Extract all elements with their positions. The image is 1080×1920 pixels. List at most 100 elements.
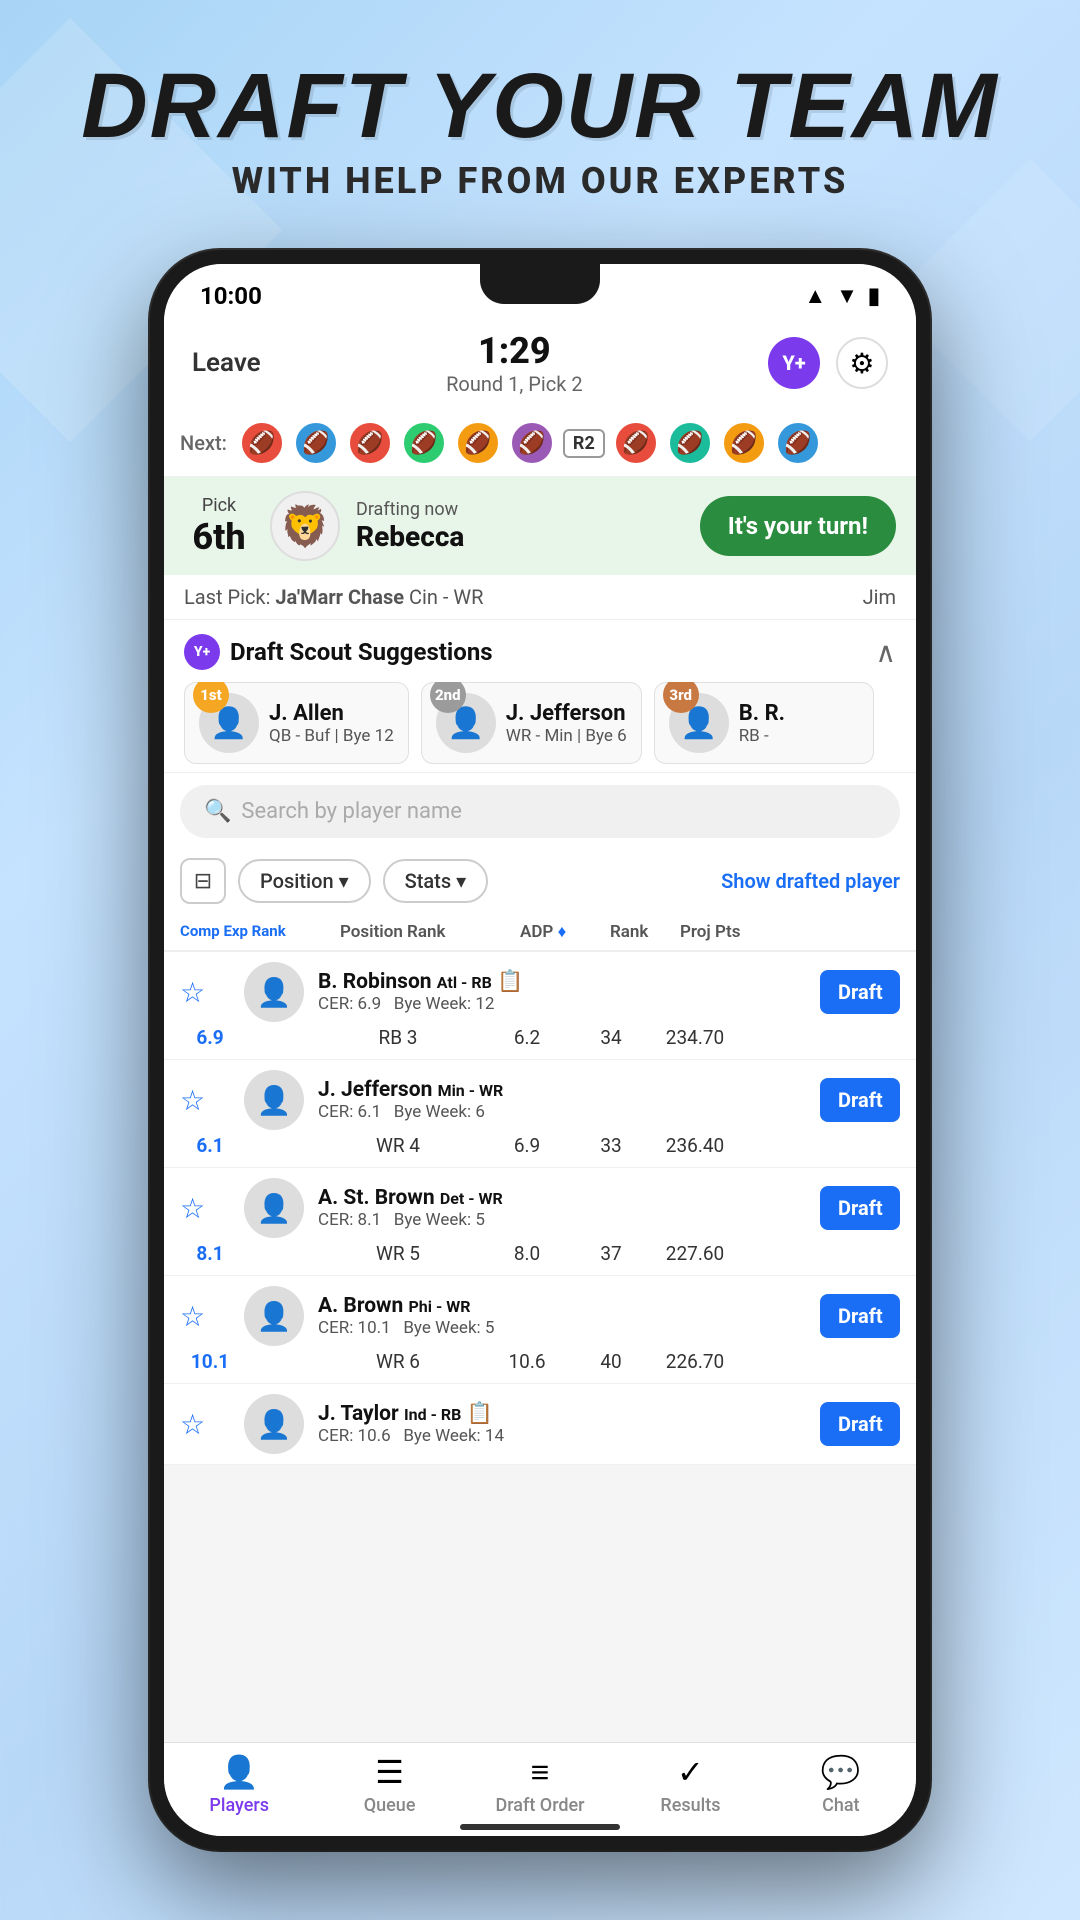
table-header: Comp Exp Rank Position Rank ADP ♦ Rank P… xyxy=(164,914,916,952)
phone-frame: 10:00 ▲ ▼ ▮ Leave 1:29 Round 1, Pick 2 Y… xyxy=(150,250,930,1850)
helmet-7: 🏈 xyxy=(613,420,659,466)
rank-2: 33 xyxy=(576,1134,646,1157)
col-proj-pts: Proj Pts xyxy=(680,922,770,942)
player-thumb-5: 👤 xyxy=(244,1394,304,1454)
pos-rank-2: WR 4 xyxy=(318,1134,478,1157)
stats-filter[interactable]: Stats ▾ xyxy=(383,859,489,903)
player-cer-3: CER: 8.1 Bye Week: 5 xyxy=(318,1210,554,1230)
draft-button-5[interactable]: Draft xyxy=(820,1402,900,1446)
scout-player-pos-2: WR - Min | Bye 6 xyxy=(506,726,627,746)
last-pick-label: Last Pick: Ja'Marr Chase Cin - WR xyxy=(184,585,483,609)
player-thumb-3: 👤 xyxy=(244,1178,304,1238)
nav-label-chat: Chat xyxy=(822,1795,859,1816)
search-input[interactable]: Search by player name xyxy=(241,799,462,824)
last-pick-team: Cin - WR xyxy=(409,585,483,609)
chat-icon: 💬 xyxy=(821,1753,861,1791)
scout-title: Draft Scout Suggestions xyxy=(230,638,493,666)
filter-icon-button[interactable]: ⊟ xyxy=(180,858,226,904)
player-thumb-4: 👤 xyxy=(244,1286,304,1346)
proj-pts-4: 226.70 xyxy=(650,1350,740,1373)
player-name-info-1: B. Robinson Atl - RB 📋 CER: 6.9 Bye Week… xyxy=(318,970,554,1014)
team-icon: 🦁 xyxy=(270,491,340,561)
player-name-2: J. Jefferson Min - WR xyxy=(318,1078,554,1102)
search-icon: 🔍 xyxy=(204,799,231,824)
nav-item-draft-order[interactable]: ≡ Draft Order xyxy=(465,1753,615,1816)
scout-card-1[interactable]: 1st 👤 J. Allen QB - Buf | Bye 12 xyxy=(184,682,409,764)
scout-player-pos-3: RB - xyxy=(739,726,785,746)
proj-pts-1: 234.70 xyxy=(650,1026,740,1049)
scout-player-info-3: B. R. RB - xyxy=(739,701,785,746)
your-turn-button[interactable]: It's your turn! xyxy=(700,496,896,556)
helmet-10: 🏈 xyxy=(775,420,821,466)
pick-label: Pick xyxy=(184,495,254,516)
player-thumb-2: 👤 xyxy=(244,1070,304,1130)
nav-item-results[interactable]: ✓ Results xyxy=(615,1753,765,1816)
col-adp: ADP ♦ xyxy=(520,922,610,942)
helmet-9: 🏈 xyxy=(721,420,767,466)
helmet-2: 🏈 xyxy=(293,420,339,466)
home-bar xyxy=(460,1824,620,1830)
draft-button-2[interactable]: Draft xyxy=(820,1078,900,1122)
scout-yplus-badge: Y+ xyxy=(184,634,220,670)
pick-num: 6th xyxy=(184,516,254,558)
yplus-button[interactable]: Y+ xyxy=(768,337,820,389)
player-name-4: A. Brown Phi - WR xyxy=(318,1294,554,1318)
cer-score-2: 6.1 xyxy=(180,1134,240,1157)
helmet-1: 🏈 xyxy=(239,420,285,466)
leave-button[interactable]: Leave xyxy=(192,348,261,378)
page-title: DRAFT YOUR TEAM xyxy=(0,60,1080,152)
player-name-info-5: J. Taylor Ind - RB 📋 CER: 10.6 Bye Week:… xyxy=(318,1402,554,1446)
pos-rank-1: RB 3 xyxy=(318,1026,478,1049)
adp-4: 10.6 xyxy=(482,1350,572,1373)
scout-player-name-2: J. Jefferson xyxy=(506,701,627,726)
draft-button-1[interactable]: Draft xyxy=(820,970,900,1014)
helmet-6: 🏈 xyxy=(509,420,555,466)
search-bar[interactable]: 🔍 Search by player name xyxy=(180,785,900,838)
player-cer-5: CER: 10.6 Bye Week: 14 xyxy=(318,1426,554,1446)
timer-section: 1:29 Round 1, Pick 2 xyxy=(446,330,582,396)
player-cer-4: CER: 10.1 Bye Week: 5 xyxy=(318,1318,554,1338)
scout-card-3[interactable]: 3rd 👤 B. R. RB - xyxy=(654,682,874,764)
search-section: 🔍 Search by player name xyxy=(164,772,916,848)
star-icon-1[interactable]: ☆ xyxy=(180,976,240,1009)
nav-label-players: Players xyxy=(209,1795,269,1816)
player-thumb-1: 👤 xyxy=(244,962,304,1022)
star-icon-4[interactable]: ☆ xyxy=(180,1300,240,1333)
settings-button[interactable]: ⚙ xyxy=(836,337,888,389)
nav-label-results: Results xyxy=(660,1795,720,1816)
player-name-info-2: J. Jefferson Min - WR CER: 6.1 Bye Week:… xyxy=(318,1078,554,1122)
nav-label-queue: Queue xyxy=(364,1795,416,1816)
pick-number: Pick 6th xyxy=(184,495,254,558)
proj-pts-2: 236.40 xyxy=(650,1134,740,1157)
nav-item-chat[interactable]: 💬 Chat xyxy=(766,1753,916,1816)
camera-notch xyxy=(480,264,600,304)
star-icon-2[interactable]: ☆ xyxy=(180,1084,240,1117)
player-name-info-4: A. Brown Phi - WR CER: 10.1 Bye Week: 5 xyxy=(318,1294,554,1338)
show-drafted-button[interactable]: Show drafted player xyxy=(721,869,900,893)
battery-icon: ▮ xyxy=(868,284,880,309)
star-icon-5[interactable]: ☆ xyxy=(180,1408,240,1441)
drafting-label: Drafting now xyxy=(356,499,684,520)
scout-card-2[interactable]: 2nd 👤 J. Jefferson WR - Min | Bye 6 xyxy=(421,682,642,764)
cer-score-1: 6.9 xyxy=(180,1026,240,1049)
rank-4: 40 xyxy=(576,1350,646,1373)
cer-score-3: 8.1 xyxy=(180,1242,240,1265)
phone-screen: 10:00 ▲ ▼ ▮ Leave 1:29 Round 1, Pick 2 Y… xyxy=(164,264,916,1836)
nav-item-queue[interactable]: ☰ Queue xyxy=(314,1753,464,1816)
draft-timer: 1:29 xyxy=(446,330,582,372)
col-rank: Rank xyxy=(610,922,680,942)
signal-icon: ▲ xyxy=(804,283,826,309)
star-icon-3[interactable]: ☆ xyxy=(180,1192,240,1225)
last-pick-player: Ja'Marr Chase xyxy=(275,585,404,609)
last-pick-bar: Last Pick: Ja'Marr Chase Cin - WR Jim xyxy=(164,575,916,620)
wifi-icon: ▼ xyxy=(836,283,858,309)
position-filter[interactable]: Position ▾ xyxy=(238,859,371,903)
draft-button-4[interactable]: Draft xyxy=(820,1294,900,1338)
nav-item-players[interactable]: 👤 Players xyxy=(164,1753,314,1816)
pick-section: Pick 6th 🦁 Drafting now Rebecca It's you… xyxy=(164,477,916,575)
player-row: ☆ 👤 B. Robinson Atl - RB 📋 CER: 6.9 Bye … xyxy=(164,952,916,1060)
collapse-button[interactable]: ∧ xyxy=(876,636,897,669)
draft-button-3[interactable]: Draft xyxy=(820,1186,900,1230)
scout-player-name-1: J. Allen xyxy=(269,701,394,726)
player-cer-1: CER: 6.9 Bye Week: 12 xyxy=(318,994,554,1014)
